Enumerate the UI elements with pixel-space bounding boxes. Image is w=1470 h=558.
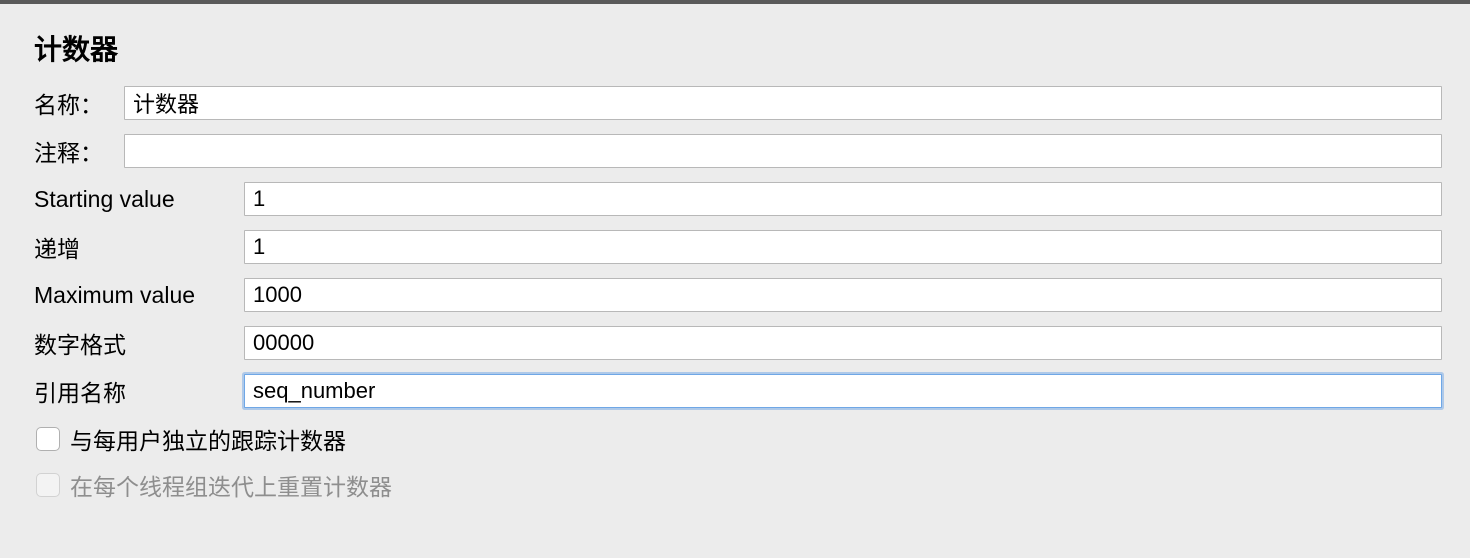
- page-title: 计数器: [34, 28, 1442, 68]
- label-starting-value: Starting value: [34, 186, 244, 213]
- row-increment: 递增: [34, 230, 1442, 264]
- label-reference-name: 引用名称: [34, 374, 244, 408]
- row-number-format: 数字格式: [34, 326, 1442, 360]
- row-track-per-user: 与每用户独立的跟踪计数器: [34, 422, 1442, 456]
- label-reset-per-iteration: 在每个线程组迭代上重置计数器: [70, 468, 392, 502]
- label-increment: 递增: [34, 230, 244, 264]
- row-reference-name: 引用名称: [34, 374, 1442, 408]
- reference-name-input[interactable]: [244, 374, 1442, 408]
- increment-input[interactable]: [244, 230, 1442, 264]
- label-name: 名称：: [34, 86, 124, 120]
- reset-per-iteration-checkbox: [36, 473, 60, 497]
- label-number-format: 数字格式: [34, 326, 244, 360]
- name-input[interactable]: [124, 86, 1442, 120]
- comment-input[interactable]: [124, 134, 1442, 168]
- label-track-per-user: 与每用户独立的跟踪计数器: [70, 422, 346, 456]
- row-name: 名称：: [34, 86, 1442, 120]
- label-maximum-value: Maximum value: [34, 282, 244, 309]
- label-comment: 注释：: [34, 134, 124, 168]
- row-reset-per-iteration: 在每个线程组迭代上重置计数器: [34, 468, 1442, 502]
- number-format-input[interactable]: [244, 326, 1442, 360]
- row-starting-value: Starting value: [34, 182, 1442, 216]
- maximum-value-input[interactable]: [244, 278, 1442, 312]
- counter-config-panel: 计数器 名称： 注释： Starting value 递增 Maximum va…: [0, 4, 1470, 524]
- row-maximum-value: Maximum value: [34, 278, 1442, 312]
- starting-value-input[interactable]: [244, 182, 1442, 216]
- row-comment: 注释：: [34, 134, 1442, 168]
- track-per-user-checkbox[interactable]: [36, 427, 60, 451]
